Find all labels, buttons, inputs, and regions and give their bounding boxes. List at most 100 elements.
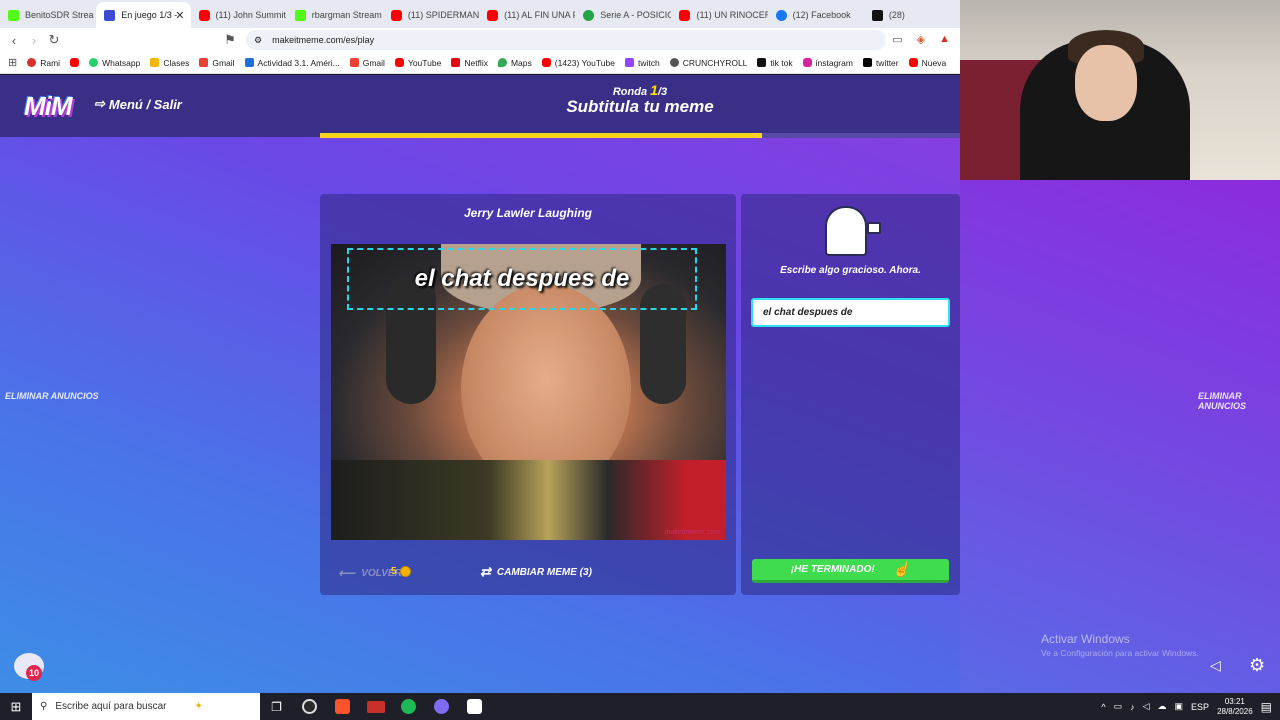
bookmark-gmail-2[interactable]: Gmail <box>349 57 385 68</box>
clock[interactable]: 03:21 28/8/2026 <box>1217 697 1253 717</box>
tab-label: En juego 1/3 - <box>121 10 178 20</box>
tab-rinoceronte[interactable]: (11) UN RINOCERO <box>671 2 768 28</box>
game-header: MiM ⇨ Menú / Salir Ronda 1/3 Subtitula t… <box>0 75 960 138</box>
bookmark-maps[interactable]: Maps <box>497 58 532 68</box>
spotify-icon[interactable] <box>392 693 425 720</box>
reload-icon[interactable]: ↻ <box>44 32 64 48</box>
site-info-icon[interactable]: ⚙ <box>254 35 262 46</box>
search-placeholder: Escribe aquí para buscar <box>55 701 167 712</box>
rewards-icon[interactable]: ▲ <box>939 33 950 46</box>
cloud-icon[interactable]: ☁ <box>1158 701 1167 712</box>
bookmark-instagram[interactable]: instagram <box>802 58 853 68</box>
meme-title: Jerry Lawler Laughing <box>463 206 593 220</box>
tiktok-icon <box>871 9 883 21</box>
bookmark-youtube[interactable]: YouTube <box>394 58 441 68</box>
tab-benitosdr[interactable]: BenitoSDR Strea <box>0 2 96 28</box>
bookmark-label: tik tok <box>770 57 793 68</box>
kick-icon <box>294 9 306 21</box>
discord-icon[interactable] <box>425 693 458 720</box>
change-meme-button[interactable]: ⇄ CAMBIAR MEME (3) <box>480 564 592 580</box>
meme-photo-shirt <box>331 460 726 540</box>
shuffle-icon: ⇄ <box>480 564 491 579</box>
bookmark-youtube-icon-only[interactable] <box>70 58 80 67</box>
search-icon: ⚲ <box>40 701 48 712</box>
caption-box[interactable]: el chat despues de <box>347 248 697 310</box>
pointer-cursor-icon: ☝ <box>892 561 911 577</box>
bookmark-nueva[interactable]: Nueva <box>908 58 946 68</box>
network-icon[interactable]: ▭ <box>1114 701 1123 712</box>
bookmark-clases[interactable]: Clases <box>150 58 189 68</box>
caption-input[interactable] <box>751 298 950 327</box>
tab-en-juego[interactable]: En juego 1/3 - ✕ <box>96 2 191 28</box>
coin-icon <box>399 566 411 577</box>
chevron-up-icon[interactable]: ^ <box>1101 702 1105 712</box>
tab-facebook[interactable]: (12) Facebook <box>768 2 864 28</box>
clock-time: 03:21 <box>1224 696 1245 706</box>
language-indicator[interactable]: ESP <box>1191 702 1209 712</box>
chat-badge: 10 <box>26 665 42 681</box>
tab-tiktok[interactable]: (28) <box>864 2 960 28</box>
meme-panel: Jerry Lawler Laughing el chat despues de… <box>320 194 736 595</box>
game-page: MiM ⇨ Menú / Salir Ronda 1/3 Subtitula t… <box>0 75 960 693</box>
notifications-icon[interactable]: ▤ <box>1261 700 1272 714</box>
cast-icon[interactable]: ▭ <box>892 33 902 46</box>
bookmark-youtube-1423[interactable]: (1423) YouTube <box>541 58 615 68</box>
bookmark-twitter[interactable]: twitter <box>862 58 899 68</box>
tab-label: (28) <box>888 10 905 20</box>
url-field[interactable]: ⚙ makeitmeme.com/es/play <box>246 30 886 50</box>
tab-label: BenitoSDR Strea <box>25 10 94 20</box>
bookmark-crunchyroll[interactable]: CRUNCHYROLL <box>669 58 747 68</box>
tab-al-fin[interactable]: (11) AL FIN UNA P <box>479 2 575 28</box>
coin-counter: 5 <box>391 566 411 577</box>
tab-label: rbargman Stream - <box>311 10 383 20</box>
tab-rbargman[interactable]: rbargman Stream - <box>287 2 383 28</box>
remove-ads-link-left[interactable]: ELIMINAR ANUNCIOS <box>5 391 99 401</box>
tab-john-summit[interactable]: (11) John Summit - <box>191 2 287 28</box>
display-icon[interactable]: ▣ <box>1175 701 1184 712</box>
brave-icon[interactable] <box>326 693 359 720</box>
address-bar: ‹ › ↻ ⚑ ⚙ makeitmeme.com/es/play ▭ ◈ ▲ <box>0 28 960 52</box>
bookmark-netflix[interactable]: Netflix <box>451 58 488 68</box>
watermark: makeitmeme.com <box>664 529 720 536</box>
task-view-icon[interactable]: ❐ <box>260 693 293 720</box>
brave-shield-icon[interactable]: ◈ <box>917 33 925 46</box>
logo[interactable]: MiM <box>24 91 73 122</box>
done-label: ¡HE TERMINADO! <box>790 564 875 575</box>
windows-start-icon[interactable]: ⊞ <box>0 699 32 715</box>
bookmark-label: Gmail <box>362 57 385 68</box>
round-indicator: Ronda 1/3 <box>560 82 720 98</box>
bookmark-icon[interactable]: ⚑ <box>220 32 240 48</box>
apps-grid-icon[interactable]: ⊞ <box>8 56 17 69</box>
remove-ads-link-right[interactable]: ELIMINAR ANUNCIOS <box>1198 391 1280 411</box>
done-button[interactable]: ¡HE TERMINADO! ☝ <box>752 559 949 583</box>
tab-spiderman[interactable]: (11) SPIDERMAN P <box>383 2 479 28</box>
microphone-icon[interactable]: ♪ <box>1130 702 1135 712</box>
bookmark-whatsapp[interactable]: Whatsapp <box>89 58 140 68</box>
obs-icon[interactable] <box>293 693 326 720</box>
crunchyroll-icon <box>669 58 679 67</box>
capcut-icon[interactable] <box>458 693 491 720</box>
tab-serie-a[interactable]: Serie A - POSICIO <box>575 2 671 28</box>
menu-exit-link[interactable]: ⇨ Menú / Salir <box>94 96 182 112</box>
bookmark-actividad[interactable]: Actividad 3.1. Améri... <box>244 57 340 68</box>
taskbar-search[interactable]: ⚲ Escribe aquí para buscar ✦ <box>32 693 260 720</box>
close-icon[interactable]: ✕ <box>175 9 184 22</box>
volume-icon[interactable]: ◁ <box>1143 701 1150 712</box>
url-text: makeitmeme.com/es/play <box>272 35 375 45</box>
timer-progress-fill <box>320 133 762 138</box>
forward-arrow-icon[interactable]: › <box>24 33 44 48</box>
bookmark-rami[interactable]: Rami <box>27 58 60 68</box>
voicemeeter-icon[interactable] <box>359 693 392 720</box>
bookmark-tiktok[interactable]: tik tok <box>757 57 793 68</box>
globe-icon <box>583 9 595 21</box>
makeitmeme-icon <box>104 9 116 21</box>
caption-text: el chat despues de <box>414 265 630 292</box>
bookmark-gmail[interactable]: Gmail <box>199 58 235 68</box>
webcam-overlay <box>960 0 1280 180</box>
speaker-icon[interactable]: ◁ <box>1210 657 1221 674</box>
gear-icon[interactable]: ⚙ <box>1249 655 1265 676</box>
bookmark-twitch[interactable]: twitch <box>624 58 660 68</box>
sparkle-icon: ✦ <box>194 701 203 712</box>
back-arrow-icon[interactable]: ‹ <box>4 33 24 48</box>
bookmark-label: Actividad 3.1. Améri... <box>257 57 340 68</box>
